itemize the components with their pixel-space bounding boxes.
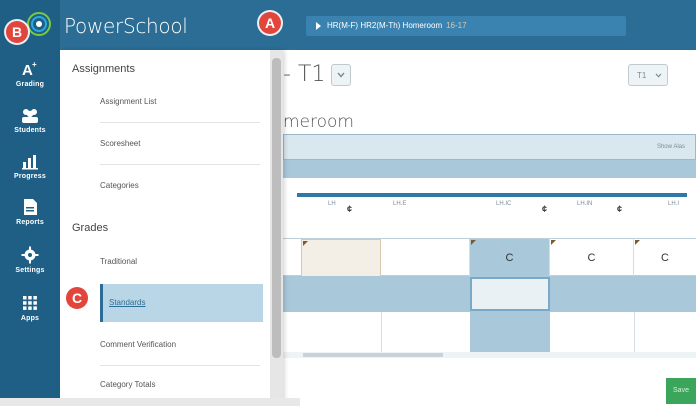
navigation-menu: Assignments Assignment List Scoresheet C…: [60, 50, 283, 406]
callout-badge-a: A: [259, 12, 281, 34]
title-dropdown-button[interactable]: [331, 64, 351, 86]
comment-indicator-icon: ¢: [347, 204, 353, 214]
students-icon: [22, 109, 38, 123]
play-icon: [316, 21, 321, 30]
app-rail: A + Grading Students Progress Reports Se…: [0, 0, 60, 406]
reports-icon: [24, 199, 37, 215]
rail-item-label: Apps: [20, 315, 40, 322]
grading-icon: A +: [22, 60, 37, 78]
menu-divider: [100, 122, 260, 123]
grade-row: [283, 312, 696, 352]
grade-cell[interactable]: C: [470, 239, 550, 277]
section-selector[interactable]: HR(M-F) HR2(M-Th) Homeroom 16-17: [306, 16, 626, 36]
scrollbar-thumb[interactable]: [303, 353, 443, 357]
selected-student-row[interactable]: [283, 276, 696, 312]
grade-value: C: [505, 252, 514, 264]
column-header-bar: [297, 193, 687, 197]
comment-indicator-icon: ¢: [542, 204, 548, 214]
column-header[interactable]: LH.IC: [496, 201, 511, 207]
rail-item-apps[interactable]: Apps: [0, 294, 60, 340]
powerschool-logo-icon: [27, 12, 51, 36]
column-header[interactable]: LH.IN: [577, 201, 592, 207]
menu-link-assignment-list[interactable]: Assignment List: [100, 97, 156, 106]
status-bar: [0, 398, 300, 406]
comment-indicator-icon: ¢: [617, 204, 623, 214]
rail-item-label: Students: [14, 127, 46, 134]
term-select-value: T1: [637, 71, 647, 80]
menu-link-standards-label: Standards: [109, 298, 146, 307]
rail-item-label: Settings: [15, 267, 45, 274]
standards-grid: Show Alas LH ¢ LH.E LH.IC ¢ LH.IN ¢ LH.I…: [283, 134, 696, 374]
apps-grid-icon: [23, 296, 37, 310]
main-content: - T1 T1 meroom Show Alas LH ¢ LH.E LH.IC…: [283, 50, 696, 406]
menu-scrollbar[interactable]: [270, 50, 283, 406]
rail-item-progress[interactable]: Progress: [0, 152, 60, 198]
section-subtitle: meroom: [283, 112, 354, 132]
horizontal-scrollbar[interactable]: [283, 352, 696, 358]
grade-cell[interactable]: [381, 239, 470, 277]
rail-item-label: Reports: [16, 219, 44, 226]
menu-link-categories[interactable]: Categories: [100, 181, 139, 190]
column-header[interactable]: LH.I: [668, 201, 679, 207]
callout-badge-b: B: [6, 21, 28, 43]
menu-link-category-totals[interactable]: Category Totals: [100, 380, 155, 389]
rail-item-label: Progress: [14, 173, 46, 180]
rail-item-students[interactable]: Students: [0, 106, 60, 152]
menu-link-standards[interactable]: Standards: [100, 284, 263, 322]
menu-group-assignments: Assignments: [72, 63, 135, 75]
filter-box: Show Alas: [283, 134, 696, 160]
highlighted-column: [470, 312, 550, 352]
menu-group-grades: Grades: [72, 222, 109, 234]
svg-text:+: +: [32, 60, 37, 69]
column-header[interactable]: LH: [328, 201, 336, 207]
show-all-link[interactable]: Show Alas: [657, 144, 685, 150]
page-title: - T1: [283, 62, 326, 87]
section-label: HR(M-F) HR2(M-Th) Homeroom: [327, 21, 443, 30]
menu-link-traditional[interactable]: Traditional: [100, 257, 137, 266]
grade-row: C C C: [283, 238, 696, 277]
grid-band: [283, 160, 696, 178]
grade-value: C: [661, 252, 669, 264]
progress-icon: [22, 155, 38, 170]
chevron-down-icon: [655, 73, 662, 78]
grade-cell[interactable]: C: [634, 239, 696, 277]
column-header[interactable]: LH.E: [393, 201, 406, 207]
selected-cell[interactable]: [470, 277, 550, 311]
scrollbar-thumb[interactable]: [272, 58, 281, 358]
callout-badge-c: C: [66, 287, 88, 309]
grade-cell[interactable]: [301, 239, 381, 277]
menu-link-scoresheet[interactable]: Scoresheet: [100, 139, 140, 148]
grade-value: C: [587, 252, 596, 264]
top-bar: PowerSchool HR(M-F) HR2(M-Th) Homeroom 16…: [60, 0, 696, 50]
term-select[interactable]: T1: [628, 64, 668, 86]
grade-cell[interactable]: C: [550, 239, 634, 277]
gear-icon: [21, 246, 39, 264]
rail-item-reports[interactable]: Reports: [0, 198, 60, 244]
save-button[interactable]: Save: [666, 378, 696, 404]
menu-divider: [100, 164, 260, 165]
rail-item-label: Grading: [15, 81, 45, 88]
chevron-down-icon: [337, 72, 345, 78]
section-term: 16-17: [446, 21, 467, 30]
menu-link-comment-verification[interactable]: Comment Verification: [100, 340, 176, 349]
menu-divider: [100, 365, 260, 366]
app-brand: PowerSchool: [64, 14, 188, 38]
rail-item-grading[interactable]: A + Grading: [0, 60, 60, 106]
rail-item-settings[interactable]: Settings: [0, 246, 60, 292]
